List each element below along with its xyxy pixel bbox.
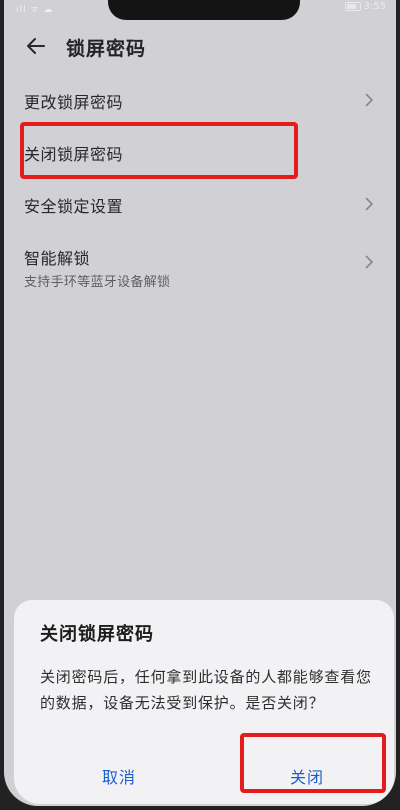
- dialog-message: 关闭密码后，任何拿到此设备的人都能够查看您的数据，设备无法受到保护。是否关闭？: [40, 668, 372, 712]
- dialog-title: 关闭锁屏密码: [40, 624, 154, 645]
- screen: ıll ᯤ ☁ 3:55 锁屏密码 更改锁屏密码 关闭锁屏密码 安全锁定设置 智…: [4, 0, 396, 806]
- cancel-button[interactable]: 取消: [102, 764, 136, 788]
- phone-frame: ıll ᯤ ☁ 3:55 锁屏密码 更改锁屏密码 关闭锁屏密码 安全锁定设置 智…: [0, 0, 400, 810]
- highlight-box-confirm-button: [240, 733, 386, 793]
- highlight-box-disable-password: [20, 122, 298, 179]
